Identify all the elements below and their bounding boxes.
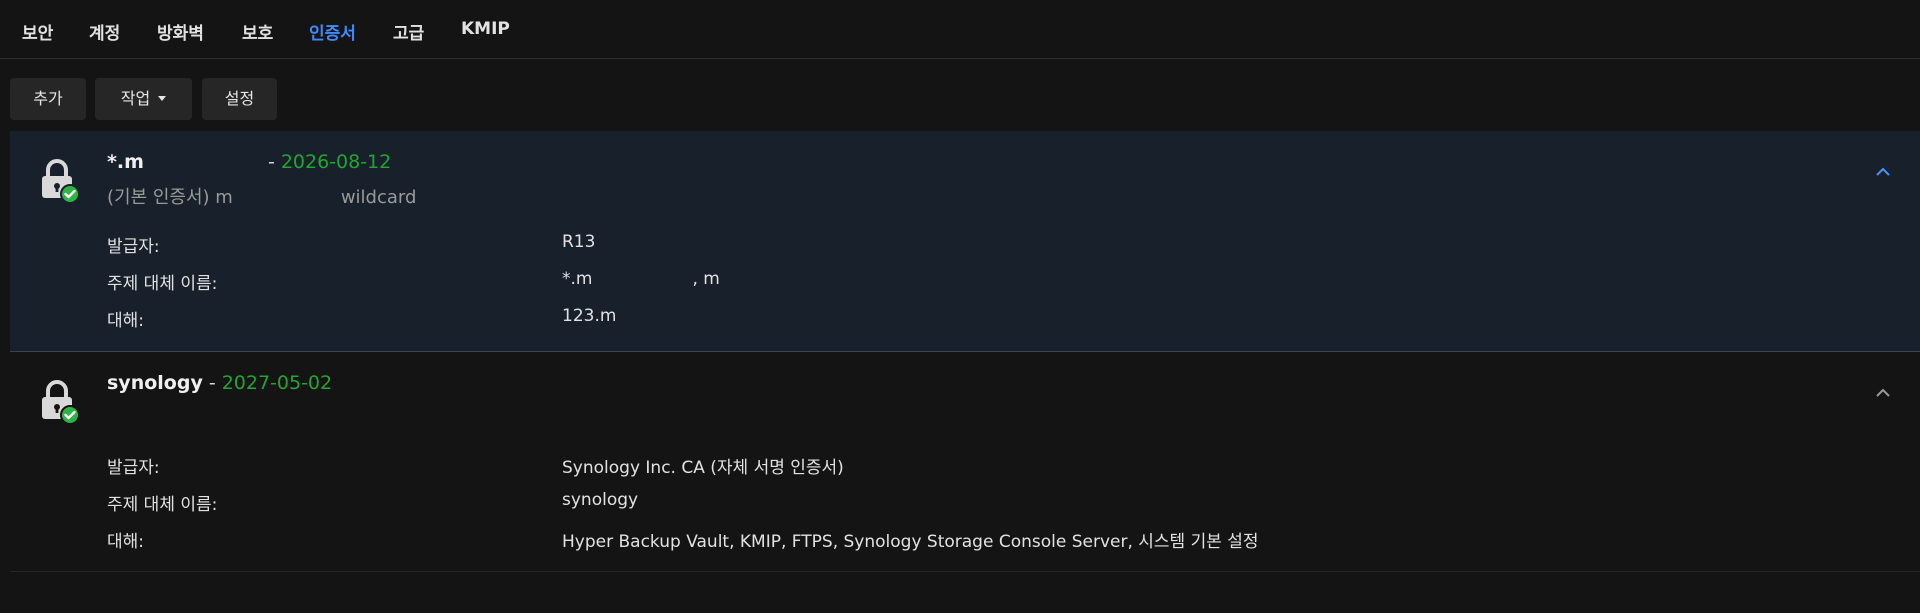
add-button[interactable]: 추가 [10, 78, 86, 120]
san-value-part: , m [692, 269, 720, 289]
lock-check-icon [42, 159, 80, 203]
issuer-label: 발급자: [107, 237, 160, 257]
used-for-label: 대해: [107, 311, 145, 331]
certificate-title: synology -2027-05-02 [107, 372, 332, 394]
tab-bar: 보안 계정 방화벽 보호 인증서 고급 KMIP [0, 0, 1920, 59]
san-label: 주제 대체 이름: [107, 495, 218, 515]
expiry-date: 2026-08-12 [280, 151, 392, 173]
settings-button-label: 설정 [224, 89, 255, 108]
certificate-item[interactable]: synology -2027-05-02 발급자: Synology Inc. C… [10, 352, 1920, 572]
action-dropdown-button[interactable]: 작업 [95, 78, 192, 120]
tab-firewall[interactable]: 방화벽 [157, 19, 204, 44]
certificate-name: synology [107, 372, 203, 394]
tab-account[interactable]: 계정 [89, 19, 120, 44]
expiry-date: 2027-05-02 [221, 372, 333, 394]
tab-kmip[interactable]: KMIP [461, 19, 510, 39]
san-label: 주제 대체 이름: [107, 274, 218, 294]
chevron-up-icon[interactable] [1874, 165, 1892, 179]
certificate-title: *.m -2026-08-12 [107, 151, 391, 173]
certificate-item[interactable]: *.m -2026-08-12 (기본 인증서) m wildcard 발급자: R… [10, 131, 1920, 352]
tab-protection[interactable]: 보호 [242, 19, 273, 44]
tab-advanced[interactable]: 고급 [393, 19, 424, 44]
default-certificate-label: (기본 인증서) m [107, 187, 233, 208]
issuer-value: Synology Inc. CA (자체 서명 인증서) [562, 458, 844, 478]
certificate-description: wildcard [340, 187, 417, 208]
issuer-label: 발급자: [107, 458, 160, 478]
settings-button[interactable]: 설정 [202, 78, 277, 120]
tab-security[interactable]: 보안 [22, 19, 53, 44]
chevron-up-icon[interactable] [1874, 386, 1892, 400]
san-value-part: *.m [562, 269, 593, 289]
caret-down-icon [158, 96, 167, 101]
used-for-value: 123.m [562, 306, 617, 326]
issuer-value: R13 [562, 232, 596, 252]
add-button-label: 추가 [33, 89, 63, 108]
san-value: *.m , m [562, 269, 720, 289]
certificate-subtitle: (기본 인증서) m wildcard [107, 183, 416, 209]
san-value: synology [562, 490, 639, 510]
title-dash: - [208, 372, 216, 394]
lock-check-icon [42, 380, 80, 424]
action-button-label: 작업 [120, 89, 151, 108]
used-for-value: Hyper Backup Vault, KMIP, FTPS, Synology… [562, 532, 1259, 552]
used-for-label: 대해: [107, 532, 145, 552]
tab-certificate[interactable]: 인증서 [309, 19, 356, 44]
title-dash: - [267, 151, 275, 173]
certificate-name: *.m [107, 151, 144, 173]
